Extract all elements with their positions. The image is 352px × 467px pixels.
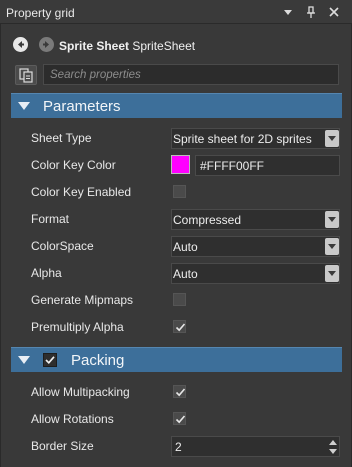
property-row-color-key-color: Color Key Color #FFFF00FF bbox=[11, 152, 342, 179]
stepper-value: 2 bbox=[175, 440, 182, 454]
search-row bbox=[1, 62, 351, 88]
chevron-down-icon[interactable] bbox=[325, 130, 339, 147]
property-label: ColorSpace bbox=[31, 239, 94, 253]
property-label: Allow Rotations bbox=[31, 412, 114, 426]
section-label: Parameters bbox=[43, 98, 121, 115]
allow-rotations-checkbox[interactable] bbox=[173, 412, 186, 425]
colorspace-dropdown[interactable]: Auto bbox=[171, 236, 340, 257]
increment-arrow-icon[interactable] bbox=[329, 440, 337, 445]
property-row-alpha: Alpha Auto bbox=[11, 260, 342, 287]
forward-button[interactable] bbox=[39, 37, 54, 52]
property-row-colorspace: ColorSpace Auto bbox=[11, 233, 342, 260]
property-label: Premultiply Alpha bbox=[31, 320, 124, 334]
search-input[interactable] bbox=[43, 64, 339, 85]
sheet-type-dropdown[interactable]: Sprite sheet for 2D sprites bbox=[171, 128, 340, 149]
object-name: Sprite Sheet bbox=[59, 39, 130, 53]
property-label: Generate Mipmaps bbox=[31, 293, 134, 307]
section-parameters[interactable]: Parameters bbox=[11, 93, 342, 118]
property-row-color-key-enabled: Color Key Enabled bbox=[11, 179, 342, 206]
close-icon[interactable] bbox=[326, 4, 342, 20]
property-label: Border Size bbox=[31, 439, 94, 453]
allow-multipacking-checkbox[interactable] bbox=[173, 385, 186, 398]
checkmark-icon bbox=[175, 415, 186, 424]
object-header: Sprite Sheet SpriteSheet bbox=[1, 34, 351, 56]
border-size-stepper[interactable]: 2 bbox=[171, 436, 340, 457]
object-type: SpriteSheet bbox=[132, 39, 196, 53]
chevron-down-icon[interactable] bbox=[325, 238, 339, 255]
property-grid-panel: Sprite Sheet SpriteSheet Parameters Shee… bbox=[0, 24, 352, 467]
back-button[interactable] bbox=[13, 37, 28, 52]
dropdown-value: Auto bbox=[173, 267, 198, 281]
dropdown-icon[interactable] bbox=[280, 4, 296, 20]
copy-properties-icon[interactable] bbox=[15, 65, 37, 85]
panel-title: Property grid bbox=[6, 6, 75, 20]
packing-enabled-checkbox[interactable] bbox=[43, 353, 57, 367]
property-row-border-size: Border Size 2 bbox=[11, 433, 342, 460]
decrement-arrow-icon[interactable] bbox=[329, 449, 337, 454]
property-row-format: Format Compressed bbox=[11, 206, 342, 233]
object-title: Sprite Sheet SpriteSheet bbox=[59, 39, 195, 53]
dropdown-value: Sprite sheet for 2D sprites bbox=[173, 132, 312, 146]
chevron-down-icon[interactable] bbox=[325, 211, 339, 228]
property-row-sheet-type: Sheet Type Sprite sheet for 2D sprites bbox=[11, 125, 342, 152]
pin-icon[interactable] bbox=[303, 4, 319, 20]
format-dropdown[interactable]: Compressed bbox=[171, 209, 340, 230]
checkmark-icon bbox=[175, 323, 186, 332]
dropdown-value: Compressed bbox=[173, 213, 242, 227]
property-label: Color Key Enabled bbox=[31, 185, 132, 199]
color-swatch[interactable] bbox=[171, 155, 190, 174]
section-packing[interactable]: Packing bbox=[11, 347, 342, 372]
dropdown-value: Auto bbox=[173, 240, 198, 254]
checkmark-icon bbox=[175, 388, 186, 397]
property-label: Alpha bbox=[31, 266, 62, 280]
property-label: Sheet Type bbox=[31, 131, 92, 145]
section-label: Packing bbox=[71, 352, 125, 369]
panel-titlebar: Property grid bbox=[0, 0, 352, 24]
property-label: Allow Multipacking bbox=[31, 385, 130, 399]
collapse-triangle-icon[interactable] bbox=[18, 356, 30, 364]
property-row-generate-mipmaps: Generate Mipmaps bbox=[11, 287, 342, 314]
chevron-down-icon[interactable] bbox=[325, 265, 339, 282]
generate-mipmaps-checkbox[interactable] bbox=[173, 293, 186, 306]
property-row-allow-rotations: Allow Rotations bbox=[11, 406, 342, 433]
checkmark-icon bbox=[45, 356, 55, 365]
color-key-enabled-checkbox[interactable] bbox=[173, 185, 186, 198]
color-value-field[interactable]: #FFFF00FF bbox=[195, 155, 340, 176]
property-label: Color Key Color bbox=[31, 158, 116, 172]
premultiply-alpha-checkbox[interactable] bbox=[173, 320, 186, 333]
property-row-allow-multipacking: Allow Multipacking bbox=[11, 379, 342, 406]
alpha-dropdown[interactable]: Auto bbox=[171, 263, 340, 284]
property-row-premultiply-alpha: Premultiply Alpha bbox=[11, 314, 342, 341]
collapse-triangle-icon[interactable] bbox=[18, 102, 30, 110]
property-label: Format bbox=[31, 212, 70, 226]
